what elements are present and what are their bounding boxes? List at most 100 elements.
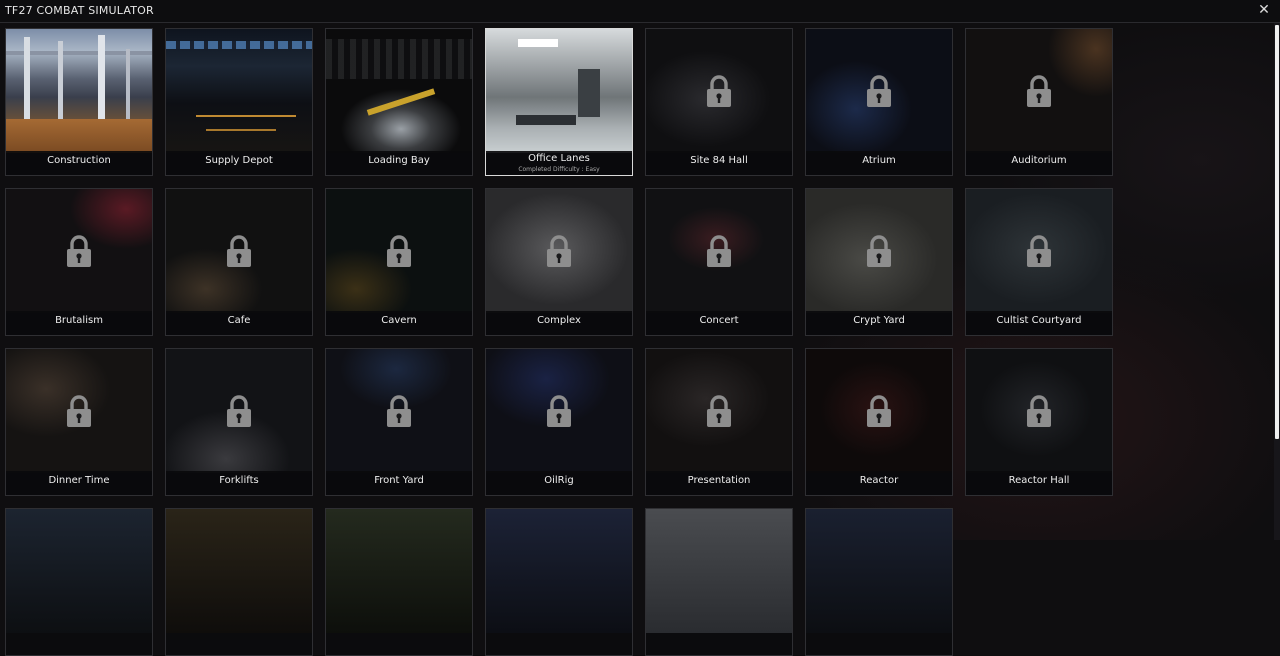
map-name: Brutalism [55,315,103,326]
map-tile-complex[interactable]: Complex [485,188,633,336]
map-thumbnail [646,29,792,153]
map-name: Atrium [862,155,896,166]
map-tile-partial[interactable] [165,508,313,656]
map-tile-supply-depot[interactable]: Supply Depot [165,28,313,176]
map-label-bar: Reactor [806,471,952,495]
map-tile-oilrig[interactable]: OilRig [485,348,633,496]
map-label-bar: Concert [646,311,792,335]
map-thumbnail [486,509,632,633]
map-name: Reactor Hall [1008,475,1070,486]
map-tile-partial[interactable] [5,508,153,656]
map-tile-partial[interactable] [485,508,633,656]
padlock-icon [867,75,891,107]
scrollbar-thumb[interactable] [1275,25,1279,439]
map-tile-site-84-hall[interactable]: Site 84 Hall [645,28,793,176]
map-tile-concert[interactable]: Concert [645,188,793,336]
padlock-icon [867,395,891,427]
map-label-bar: Construction [6,151,152,175]
map-tile-cafe[interactable]: Cafe [165,188,313,336]
map-label-bar: Front Yard [326,471,472,495]
map-thumbnail [646,349,792,473]
map-thumbnail [6,29,152,153]
map-name: OilRig [544,475,574,486]
map-label-bar: Presentation [646,471,792,495]
map-label-bar: Forklifts [166,471,312,495]
padlock-icon [387,395,411,427]
map-name: Concert [699,315,739,326]
map-thumbnail [486,349,632,473]
map-name: Dinner Time [48,475,110,486]
map-completion-status: Completed Difficulty : Easy [518,166,600,173]
map-thumbnail [326,509,472,633]
map-name: Construction [47,155,111,166]
map-tile-cavern[interactable]: Cavern [325,188,473,336]
map-tile-office-lanes[interactable]: Office Lanes Completed Difficulty : Easy [485,28,633,176]
map-tile-front-yard[interactable]: Front Yard [325,348,473,496]
map-tile-construction[interactable]: Construction [5,28,153,176]
map-thumbnail [966,29,1112,153]
map-thumbnail [806,349,952,473]
map-tile-auditorium[interactable]: Auditorium [965,28,1113,176]
map-name: Auditorium [1011,155,1067,166]
padlock-icon [867,235,891,267]
map-name: Supply Depot [205,155,273,166]
map-thumbnail [166,349,312,473]
map-name: Front Yard [374,475,424,486]
map-tile-partial[interactable] [645,508,793,656]
map-tile-loading-bay[interactable]: Loading Bay [325,28,473,176]
map-thumbnail [806,29,952,153]
padlock-icon [707,395,731,427]
padlock-icon [387,235,411,267]
map-name: Cavern [381,315,417,326]
map-thumbnail [166,189,312,313]
padlock-icon [1027,395,1051,427]
map-tile-reactor[interactable]: Reactor [805,348,953,496]
map-tile-brutalism[interactable]: Brutalism [5,188,153,336]
map-tile-forklifts[interactable]: Forklifts [165,348,313,496]
map-grid: Construction Supply Depot Loading Bay Of… [5,28,1125,656]
map-name: Reactor [859,475,899,486]
title-bar: TF27 COMBAT SIMULATOR ✕ [0,0,1280,23]
map-label-bar: Site 84 Hall [646,151,792,175]
map-name: Presentation [687,475,751,486]
map-thumbnail [326,189,472,313]
map-label-bar: Cavern [326,311,472,335]
map-label-bar: Cafe [166,311,312,335]
window-title: TF27 COMBAT SIMULATOR [5,4,154,17]
map-name: Office Lanes [528,153,590,164]
map-thumbnail [966,349,1112,473]
map-tile-cultist-courtyard[interactable]: Cultist Courtyard [965,188,1113,336]
map-thumbnail [646,509,792,633]
close-icon[interactable]: ✕ [1256,2,1272,18]
map-tile-dinner-time[interactable]: Dinner Time [5,348,153,496]
map-tile-partial[interactable] [325,508,473,656]
map-thumbnail [6,509,152,633]
map-thumbnail [806,509,952,633]
map-tile-crypt-yard[interactable]: Crypt Yard [805,188,953,336]
map-thumbnail [6,189,152,313]
map-label-bar: OilRig [486,471,632,495]
map-thumbnail [166,509,312,633]
map-tile-partial[interactable] [805,508,953,656]
map-tile-atrium[interactable]: Atrium [805,28,953,176]
padlock-icon [67,395,91,427]
map-tile-reactor-hall[interactable]: Reactor Hall [965,348,1113,496]
map-thumbnail [646,189,792,313]
map-name: Complex [537,315,581,326]
map-label-bar: Crypt Yard [806,311,952,335]
map-label-bar: Office Lanes Completed Difficulty : Easy [486,151,632,175]
map-tile-presentation[interactable]: Presentation [645,348,793,496]
map-thumbnail [326,349,472,473]
map-name: Site 84 Hall [690,155,748,166]
padlock-icon [547,395,571,427]
padlock-icon [227,395,251,427]
map-thumbnail [966,189,1112,313]
padlock-icon [1027,235,1051,267]
map-label-bar: Auditorium [966,151,1112,175]
map-thumbnail [166,29,312,153]
padlock-icon [227,235,251,267]
map-label-bar: Atrium [806,151,952,175]
padlock-icon [1027,75,1051,107]
map-thumbnail [486,189,632,313]
map-name: Loading Bay [368,155,430,166]
